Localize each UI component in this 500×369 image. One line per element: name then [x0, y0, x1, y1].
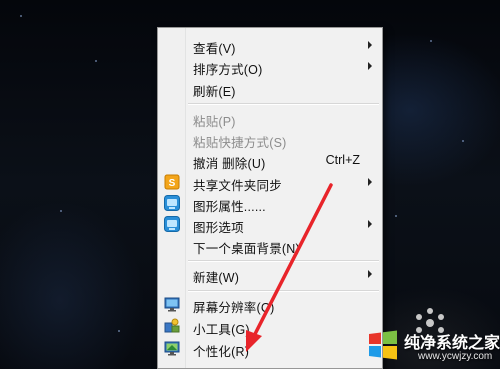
menu-item-gadgets[interactable]: 小工具(G) — [160, 316, 380, 337]
submenu-arrow-icon — [368, 220, 372, 228]
screen-resolution-icon — [164, 297, 180, 312]
menu-item-shortcut: Ctrl+Z — [325, 153, 360, 167]
desktop-light-dot — [60, 210, 62, 212]
submenu-arrow-icon — [368, 62, 372, 70]
windows-logo-icon — [369, 330, 397, 360]
menu-item-label: 刷新(E) — [193, 85, 236, 99]
menu-item-label: 下一个桌面背景(N) — [193, 242, 300, 256]
menu-item-undo-delete[interactable]: 撤消 删除(U) Ctrl+Z — [160, 150, 380, 171]
menu-item-personalize[interactable]: 个性化(R) — [160, 338, 380, 359]
menu-item-label: 排序方式(O) — [193, 63, 263, 77]
desktop-context-menu: 查看(V) 排序方式(O) 刷新(E) 粘贴(P) 粘贴快捷方式(S) 撤消 删… — [157, 27, 383, 369]
menu-item-label: 查看(V) — [193, 42, 236, 56]
sync-folder-icon: S — [164, 174, 180, 190]
menu-item-refresh[interactable]: 刷新(E) — [160, 78, 380, 99]
desktop-light-dot — [430, 40, 432, 42]
menu-item-label: 粘贴(P) — [193, 115, 236, 129]
desktop-light-dot — [395, 215, 397, 217]
menu-item-label: 屏幕分辨率(C) — [193, 301, 275, 315]
graphics-properties-icon — [164, 195, 180, 211]
desktop-light-dot — [118, 330, 120, 332]
menu-separator — [188, 260, 379, 262]
menu-item-share-folder-sync[interactable]: S 共享文件夹同步 — [160, 172, 380, 193]
menu-item-label: 粘贴快捷方式(S) — [193, 136, 287, 150]
graphics-options-icon — [164, 216, 180, 232]
watermark-title: 纯净系统之家 — [404, 333, 500, 352]
watermark-url: www.ycwjzy.com — [418, 351, 493, 362]
submenu-arrow-icon — [368, 178, 372, 186]
desktop-light-dot — [20, 15, 22, 17]
svg-text:S: S — [169, 178, 176, 189]
site-watermark: 纯净系统之家 www.ycwjzy.com — [362, 324, 500, 369]
menu-item-next-desktop-background[interactable]: 下一个桌面背景(N) — [160, 235, 380, 256]
menu-item-view[interactable]: 查看(V) — [160, 35, 380, 56]
menu-item-graphics-properties[interactable]: 图形属性...... — [160, 193, 380, 214]
menu-item-label: 共享文件夹同步 — [193, 179, 282, 193]
desktop-light-dot — [462, 140, 464, 142]
menu-item-paste-shortcut[interactable]: 粘贴快捷方式(S) — [160, 129, 380, 150]
personalize-icon — [164, 341, 180, 356]
menu-separator — [188, 290, 379, 292]
menu-item-label: 图形属性...... — [193, 200, 266, 214]
menu-item-label: 图形选项 — [193, 221, 244, 235]
gadgets-icon — [164, 318, 180, 333]
menu-item-label: 新建(W) — [193, 271, 240, 285]
menu-item-graphics-options[interactable]: 图形选项 — [160, 214, 380, 235]
submenu-arrow-icon — [368, 270, 372, 278]
menu-item-label: 小工具(G) — [193, 323, 250, 337]
menu-item-label: 撤消 删除(U) — [193, 157, 266, 171]
menu-item-new[interactable]: 新建(W) — [160, 264, 380, 285]
menu-item-sort-by[interactable]: 排序方式(O) — [160, 56, 380, 77]
menu-item-label: 个性化(R) — [193, 345, 250, 359]
menu-item-paste[interactable]: 粘贴(P) — [160, 108, 380, 129]
desktop-light-dot — [95, 60, 97, 62]
menu-item-screen-resolution[interactable]: 屏幕分辨率(C) — [160, 294, 380, 315]
submenu-arrow-icon — [368, 41, 372, 49]
menu-separator — [188, 103, 379, 105]
